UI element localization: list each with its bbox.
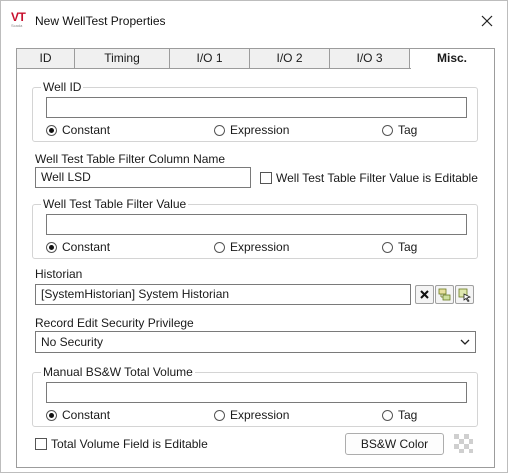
total-volume-editable-checkbox[interactable]: Total Volume Field is Editable — [35, 437, 208, 451]
manual-bsw-tag-radio[interactable]: Tag — [382, 408, 417, 422]
tab-control: ID Timing I/O 1 I/O 2 I/O 3 Misc. Well I… — [16, 48, 495, 468]
radio-empty-icon — [214, 241, 225, 253]
tab-io-2[interactable]: I/O 2 — [250, 48, 330, 69]
filter-column-input[interactable]: Well LSD — [35, 167, 251, 188]
well-id-constant-radio[interactable]: Constant — [46, 123, 110, 137]
well-id-tag-radio[interactable]: Tag — [382, 123, 417, 137]
checkbox-unchecked-icon — [35, 438, 47, 450]
well-id-label: Well ID — [41, 79, 84, 95]
filter-value-constant-radio[interactable]: Constant — [46, 240, 110, 254]
filter-value-editable-checkbox[interactable]: Well Test Table Filter Value is Editable — [260, 171, 478, 185]
historian-input[interactable]: [SystemHistorian] System Historian — [35, 284, 411, 305]
filter-column-label: Well Test Table Filter Column Name — [35, 152, 226, 166]
checkbox-unchecked-icon — [260, 172, 272, 184]
window-title: New WellTest Properties — [35, 14, 166, 28]
security-selected-value: No Security — [41, 335, 104, 349]
filter-value-tag-radio[interactable]: Tag — [382, 240, 417, 254]
misc-tab-page: Well ID Constant Expression Tag Well Tes… — [16, 68, 495, 468]
radio-empty-icon — [382, 409, 393, 421]
radio-empty-icon — [214, 124, 225, 136]
historian-browse-button[interactable] — [435, 285, 454, 304]
manual-bsw-input[interactable] — [46, 382, 467, 403]
filter-value-expression-radio[interactable]: Expression — [214, 240, 289, 254]
historian-label: Historian — [35, 267, 83, 281]
well-id-input[interactable] — [46, 97, 467, 118]
vtscada-logo-icon: VT Scada — [11, 10, 26, 28]
manual-bsw-constant-radio[interactable]: Constant — [46, 408, 110, 422]
tab-io-1[interactable]: I/O 1 — [170, 48, 250, 69]
well-id-expression-radio[interactable]: Expression — [214, 123, 289, 137]
radio-selected-icon — [46, 409, 57, 421]
chevron-down-icon — [460, 339, 470, 345]
close-button[interactable] — [475, 9, 499, 33]
tab-io-3[interactable]: I/O 3 — [330, 48, 410, 69]
radio-empty-icon — [382, 241, 393, 253]
radio-empty-icon — [382, 124, 393, 136]
filter-value-label: Well Test Table Filter Value — [41, 196, 189, 212]
properties-dialog: VT Scada New WellTest Properties ID Timi… — [0, 0, 508, 473]
historian-clear-button[interactable] — [415, 285, 434, 304]
clear-icon — [420, 290, 429, 299]
transparent-color-swatch[interactable] — [454, 434, 473, 453]
tab-strip: ID Timing I/O 1 I/O 2 I/O 3 Misc. — [16, 48, 495, 69]
bsw-color-button[interactable]: BS&W Color — [345, 433, 444, 455]
manual-bsw-group: Manual BS&W Total Volume Constant Expres… — [32, 364, 478, 427]
tab-id[interactable]: ID — [16, 48, 75, 69]
close-icon — [481, 15, 493, 27]
historian-select-button[interactable] — [455, 285, 474, 304]
radio-empty-icon — [214, 409, 225, 421]
radio-selected-icon — [46, 241, 57, 253]
tag-select-icon — [458, 288, 472, 302]
manual-bsw-expression-radio[interactable]: Expression — [214, 408, 289, 422]
title-bar: VT Scada New WellTest Properties — [1, 1, 507, 41]
manual-bsw-label: Manual BS&W Total Volume — [41, 364, 195, 380]
filter-value-group: Well Test Table Filter Value Constant Ex… — [32, 196, 478, 259]
filter-value-input[interactable] — [46, 214, 467, 235]
tab-timing[interactable]: Timing — [75, 48, 170, 69]
radio-selected-icon — [46, 124, 57, 136]
security-select[interactable]: No Security — [35, 331, 476, 353]
tag-browse-icon — [438, 288, 451, 301]
tab-misc[interactable]: Misc. — [410, 48, 495, 69]
security-label: Record Edit Security Privilege — [35, 316, 194, 330]
well-id-group: Well ID Constant Expression Tag — [32, 79, 478, 142]
